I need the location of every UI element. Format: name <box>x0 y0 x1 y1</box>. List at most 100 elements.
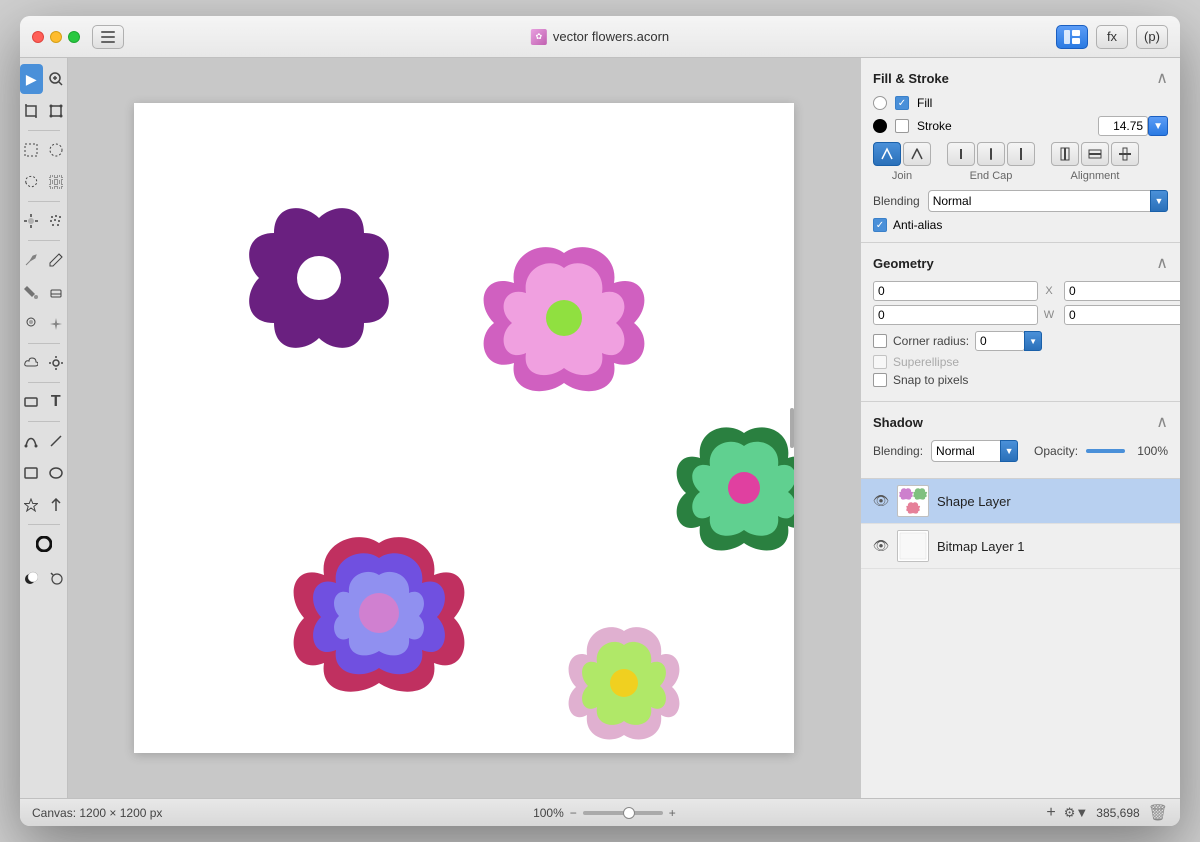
x-label: X <box>1042 285 1056 297</box>
zoom-out-btn[interactable]: − <box>570 806 577 820</box>
eraser-tool[interactable] <box>45 277 68 307</box>
align-btn-0[interactable] <box>1051 142 1079 166</box>
layer-name-bitmap: Bitmap Layer 1 <box>937 539 1168 554</box>
align-btn-1[interactable] <box>1081 142 1109 166</box>
stroke-dropdown-btn[interactable]: ▼ <box>1148 116 1168 136</box>
layer-eye-bitmap[interactable]: 👁 <box>873 538 889 554</box>
snap-row: Snap to pixels <box>873 373 1168 387</box>
align-btn-2[interactable] <box>1111 142 1139 166</box>
fx-button[interactable]: fx <box>1096 25 1128 49</box>
layer-name-shape: Shape Layer <box>937 494 1168 509</box>
select-tool[interactable]: ▶ <box>20 64 43 94</box>
canvas-area[interactable] <box>68 58 860 798</box>
superellipse-checkbox[interactable] <box>873 355 887 369</box>
eyedropper-tool[interactable] <box>45 563 68 593</box>
blending-row: Blending Normal ▼ <box>873 190 1168 212</box>
properties-button[interactable] <box>1056 25 1088 49</box>
stroke-color-swatch[interactable] <box>873 119 887 133</box>
stroke-checkbox[interactable] <box>895 119 909 133</box>
magic-wand-tool[interactable] <box>20 206 43 236</box>
stroke-label: Stroke <box>917 119 952 133</box>
shadow-blending-label: Blending: <box>873 444 923 458</box>
maximize-button[interactable] <box>68 31 80 43</box>
y-input[interactable] <box>1064 281 1180 301</box>
star-tool[interactable] <box>20 490 43 520</box>
endcap-btn-1[interactable] <box>977 142 1005 166</box>
cloud-tool[interactable] <box>20 348 43 378</box>
arrow-tool[interactable] <box>45 490 68 520</box>
lasso-tool[interactable] <box>20 167 43 197</box>
layer-item-shape[interactable]: 👁 <box>861 479 1180 524</box>
opacity-slider[interactable] <box>1086 449 1125 453</box>
rect-tool[interactable] <box>20 458 43 488</box>
ellipse-select-tool[interactable] <box>45 135 68 165</box>
layer-eye-shape[interactable]: 👁 <box>873 493 889 509</box>
snap-checkbox[interactable] <box>873 373 887 387</box>
blending-arrow-btn[interactable]: ▼ <box>1150 190 1168 212</box>
settings-btn[interactable]: ⚙▼ <box>1064 805 1089 821</box>
shadow-collapse[interactable]: ∧ <box>1156 412 1168 432</box>
corner-radius-dropdown[interactable]: ▼ <box>1024 331 1042 351</box>
transform-tool[interactable] <box>45 96 68 126</box>
w-input-row: W <box>873 305 1056 325</box>
join-btn-1[interactable] <box>903 142 931 166</box>
canvas[interactable] <box>134 103 794 753</box>
antialias-checkbox[interactable]: ✓ <box>873 218 887 232</box>
donut-tool[interactable] <box>26 529 62 559</box>
paint-bucket-tool[interactable] <box>20 277 43 307</box>
layer-item-bitmap[interactable]: 👁 Bitmap Layer 1 <box>861 524 1180 569</box>
join-btn-0[interactable] <box>873 142 901 166</box>
endcap-btn-2[interactable] <box>1007 142 1035 166</box>
stamp-tool[interactable] <box>20 309 43 339</box>
pen-tool[interactable] <box>20 245 43 275</box>
stroke-value-input[interactable] <box>1098 116 1148 136</box>
spray-tool[interactable] <box>45 206 68 236</box>
normal-select-wrapper: Normal ▼ <box>931 440 1018 462</box>
rect-shape-tool[interactable] <box>20 387 43 417</box>
geometry-collapse[interactable]: ∧ <box>1156 253 1168 273</box>
bezier-tool[interactable] <box>20 426 43 456</box>
zoom-value: 100% <box>533 806 564 820</box>
sidebar-toggle-button[interactable] <box>92 25 124 49</box>
x-input[interactable] <box>873 281 1038 301</box>
superellipse-row: Superellipse <box>873 355 1168 369</box>
crop-tool[interactable] <box>20 96 43 126</box>
fill-stroke-header: Fill & Stroke ∧ <box>873 68 1168 88</box>
rect-select-tool[interactable] <box>20 135 43 165</box>
fill-row: ✓ Fill <box>873 96 1168 110</box>
minimize-button[interactable] <box>50 31 62 43</box>
add-layer-btn[interactable]: + <box>1046 804 1055 822</box>
sparkle-tool[interactable] <box>45 309 68 339</box>
delete-layer-btn[interactable]: 🗑 <box>1148 803 1168 823</box>
line-tool[interactable] <box>45 426 68 456</box>
pattern-select-tool[interactable] <box>45 167 68 197</box>
oval-tool[interactable] <box>45 458 68 488</box>
fill-radio[interactable] <box>873 96 887 110</box>
blending-select[interactable]: Normal <box>928 190 1151 212</box>
corner-radius-input[interactable] <box>975 331 1025 351</box>
script-button[interactable]: (p) <box>1136 25 1168 49</box>
fill-stroke-collapse[interactable]: ∧ <box>1156 68 1168 88</box>
zoom-in-btn[interactable]: + <box>669 806 676 820</box>
shadow-blending-select[interactable]: Normal <box>931 440 1001 462</box>
w-label: W <box>1042 309 1056 321</box>
shadow-blending-arrow[interactable]: ▼ <box>1000 440 1018 462</box>
w-input[interactable] <box>873 305 1038 325</box>
h-input[interactable] <box>1064 305 1180 325</box>
close-button[interactable] <box>32 31 44 43</box>
brightness-tool[interactable] <box>45 348 68 378</box>
endcap-btn-0[interactable] <box>947 142 975 166</box>
bottom-bar: Canvas: 1200 × 1200 px 100% − + + ⚙▼ 385… <box>20 798 1180 826</box>
color-foreground[interactable] <box>20 563 43 593</box>
zoom-tool[interactable] <box>45 64 68 94</box>
endcap-group: End Cap <box>947 142 1035 182</box>
corner-radius-label: Corner radius: <box>893 334 969 348</box>
fill-checkbox[interactable]: ✓ <box>895 96 909 110</box>
join-label: Join <box>892 170 912 182</box>
corner-radius-checkbox[interactable] <box>873 334 887 348</box>
zoom-slider[interactable] <box>583 811 663 815</box>
pencil-tool[interactable] <box>45 245 68 275</box>
bottom-actions: + ⚙▼ 385,698 🗑 <box>1046 803 1168 823</box>
text-tool[interactable]: T <box>45 387 68 417</box>
fill-label: Fill <box>917 96 932 110</box>
